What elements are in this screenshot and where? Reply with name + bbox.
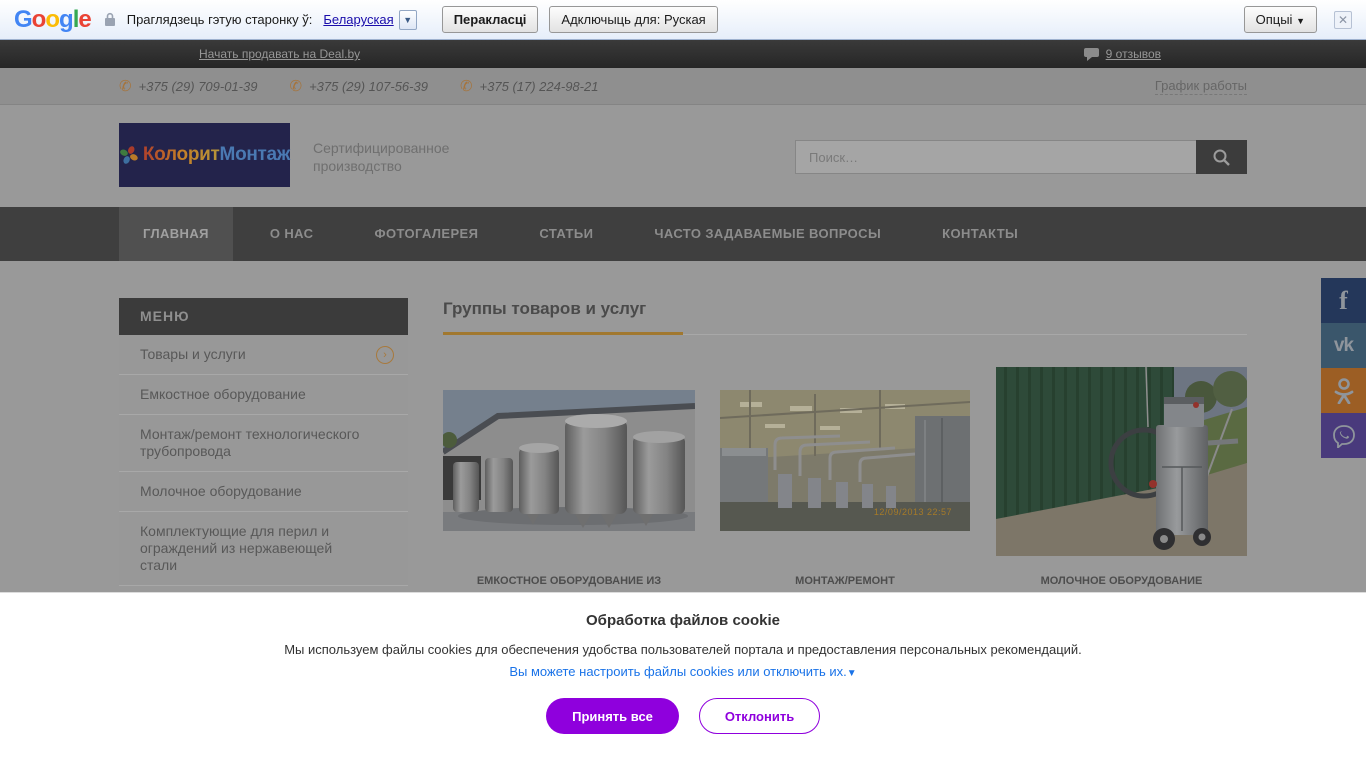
search-input[interactable] — [795, 140, 1196, 174]
sidebar-menu: МЕНЮ Товары и услуги › Емкостное оборудо… — [119, 298, 408, 586]
cookie-dialog-message: Мы используем файлы cookies для обеспече… — [0, 642, 1366, 657]
sidebar-item-label: Монтаж/ремонт технологического трубопров… — [140, 426, 359, 459]
search-bar — [795, 140, 1247, 174]
nav-item-about[interactable]: О НАС — [246, 207, 338, 261]
phone-number[interactable]: ✆ +375 (29) 709-01-39 — [119, 77, 257, 95]
odnoklassniki-icon — [1333, 378, 1355, 404]
google-logo-letter: o — [45, 6, 59, 33]
sidebar-item-label: Емкостное оборудование — [140, 386, 306, 402]
site-header: КолоритМонтаж Сертифицированное производ… — [0, 105, 1366, 207]
phone-label: +375 (29) 107-56-39 — [309, 79, 428, 94]
odnoklassniki-share-button[interactable] — [1321, 368, 1366, 413]
category-image-stainless-tanks — [443, 390, 695, 531]
social-share-rail: f vk — [1321, 278, 1366, 458]
speech-bubble-icon — [1084, 48, 1099, 61]
cookie-settings-link-label: Вы можете настроить файлы cookies или от… — [509, 664, 846, 679]
main-navigation: ГЛАВНАЯ О НАС ФОТОГАЛЕРЕЯ СТАТЬИ ЧАСТО З… — [0, 207, 1366, 261]
nav-item-faq[interactable]: ЧАСТО ЗАДАВАЕМЫЕ ВОПРОСЫ — [630, 207, 905, 261]
nav-item-contacts[interactable]: КОНТАКТЫ — [918, 207, 1042, 261]
viber-share-button[interactable] — [1321, 413, 1366, 458]
category-caption[interactable]: ЕМКОСТНОЕ ОБОРУДОВАНИЕ ИЗ — [443, 574, 695, 588]
sidebar-item-products-services[interactable]: Товары и услуги › — [119, 335, 408, 375]
page-title: Группы товаров и услуг — [443, 299, 1247, 319]
google-logo: Google — [14, 6, 91, 34]
viber-icon — [1332, 424, 1356, 448]
vk-share-button[interactable]: vk — [1321, 323, 1366, 368]
photo-timestamp: 12/09/2013 22:57 — [874, 507, 952, 517]
sidebar-item-tank-equipment[interactable]: Емкостное оборудование — [119, 375, 408, 415]
start-selling-link[interactable]: Начать продавать на Deal.by — [199, 47, 360, 61]
phone-icon: ✆ — [119, 77, 132, 95]
chevron-right-icon: › — [376, 346, 394, 364]
accept-all-cookies-button[interactable]: Принять все — [546, 698, 679, 734]
close-icon[interactable]: ✕ — [1334, 11, 1352, 29]
google-translate-bar: Google Праглядзець гэтую старонку ў: Бел… — [0, 0, 1366, 40]
search-icon — [1212, 148, 1231, 167]
vk-icon: vk — [1334, 335, 1353, 357]
google-logo-letter: G — [14, 6, 32, 33]
decline-cookies-button[interactable]: Отклонить — [699, 698, 820, 734]
phone-label: +375 (29) 709-01-39 — [139, 79, 258, 94]
sidebar-title: МЕНЮ — [119, 298, 408, 335]
title-underline — [443, 332, 1247, 335]
logo-part-montazh: Монтаж — [220, 144, 290, 165]
phone-label: +375 (17) 224-98-21 — [480, 79, 599, 94]
chevron-down-icon: ▼ — [1296, 16, 1305, 26]
facebook-share-button[interactable]: f — [1321, 278, 1366, 323]
logo-text: КолоритМонтаж — [143, 144, 290, 166]
lock-icon — [104, 12, 116, 27]
cookie-dialog-title: Обработка файлов cookie — [0, 612, 1366, 629]
pinwheel-icon — [119, 145, 139, 165]
sidebar-item-railing-components[interactable]: Комплектующие для перил и ограждений из … — [119, 512, 408, 586]
google-logo-letter: o — [32, 6, 46, 33]
cookie-settings-link[interactable]: Вы можете настроить файлы cookies или от… — [509, 664, 856, 679]
translate-prompt: Праглядзець гэтую старонку ў: — [127, 12, 313, 27]
disable-translation-button[interactable]: Адключыць для: Руская — [549, 6, 717, 33]
sidebar-item-label: Молочное оборудование — [140, 483, 302, 499]
phone-number[interactable]: ✆ +375 (17) 224-98-21 — [460, 77, 598, 95]
main-content: Группы товаров и услуг — [443, 261, 1247, 592]
logo-part-colorit: Колорит — [143, 144, 220, 165]
chevron-down-icon: ▼ — [847, 668, 857, 679]
sidebar-item-label: Товары и услуги — [140, 346, 246, 362]
phone-icon: ✆ — [460, 77, 473, 95]
translate-button[interactable]: Перакласці — [442, 6, 539, 33]
phone-icon: ✆ — [289, 77, 302, 95]
facebook-icon: f — [1339, 286, 1348, 316]
language-link[interactable]: Беларуская — [323, 12, 393, 27]
category-card-dairy-equipment[interactable] — [996, 367, 1247, 556]
page: Google Праглядзець гэтую старонку ў: Бел… — [0, 0, 1366, 768]
tagline-line: Сертифицированное — [313, 139, 449, 157]
google-logo-letter: g — [59, 6, 73, 33]
tagline-line: производство — [313, 157, 449, 175]
marketplace-top-bar: Начать продавать на Deal.by 9 отзывов — [0, 40, 1366, 68]
nav-item-home[interactable]: ГЛАВНАЯ — [119, 207, 233, 261]
cookie-consent-dialog: Обработка файлов cookie Мы используем фа… — [0, 592, 1366, 768]
sidebar-item-pipeline[interactable]: Монтаж/ремонт технологического трубопров… — [119, 415, 408, 472]
options-label: Опцыі — [1256, 12, 1293, 27]
nav-item-photo-gallery[interactable]: ФОТОГАЛЕРЕЯ — [350, 207, 502, 261]
options-button[interactable]: Опцыі ▼ — [1244, 6, 1317, 33]
sidebar-item-label: Комплектующие для перил и ограждений из … — [140, 523, 332, 573]
category-caption[interactable]: МОНТАЖ/РЕМОНТ — [720, 574, 970, 588]
category-image-milking-unit — [996, 367, 1247, 556]
language-dropdown-button[interactable]: ▼ — [399, 10, 417, 30]
search-button[interactable] — [1196, 140, 1247, 174]
reviews-link[interactable]: 9 отзывов — [1084, 47, 1161, 61]
sidebar-item-dairy-equipment[interactable]: Молочное оборудование — [119, 472, 408, 512]
company-tagline: Сертифицированное производство — [313, 139, 449, 175]
category-caption[interactable]: МОЛОЧНОЕ ОБОРУДОВАНИЕ — [996, 574, 1247, 588]
contact-bar: ✆ +375 (29) 709-01-39 ✆ +375 (29) 107-56… — [0, 68, 1366, 105]
work-schedule-link[interactable]: График работы — [1155, 78, 1247, 95]
reviews-label: 9 отзывов — [1106, 47, 1161, 61]
google-logo-letter: e — [78, 6, 90, 33]
category-card-tank-equipment[interactable] — [443, 390, 695, 531]
category-card-pipeline-montage[interactable]: 12/09/2013 22:57 — [720, 390, 970, 531]
phone-number[interactable]: ✆ +375 (29) 107-56-39 — [289, 77, 427, 95]
company-logo[interactable]: КолоритМонтаж — [119, 123, 290, 187]
nav-item-articles[interactable]: СТАТЬИ — [515, 207, 617, 261]
